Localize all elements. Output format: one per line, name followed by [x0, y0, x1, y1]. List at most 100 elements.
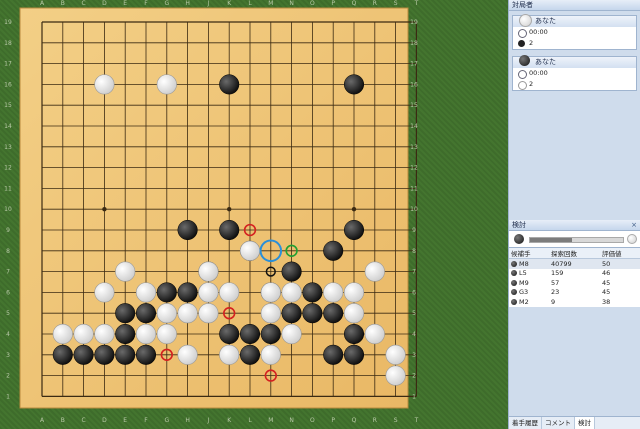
white-stone[interactable]: [364, 323, 385, 345]
black-stone[interactable]: [73, 344, 94, 365]
white-stone[interactable]: [156, 74, 177, 95]
analysis-slider[interactable]: [509, 231, 640, 248]
white-stone[interactable]: [343, 303, 365, 324]
white-stone[interactable]: [52, 323, 73, 345]
black-stone[interactable]: [323, 344, 344, 365]
black-stone[interactable]: [343, 323, 365, 345]
white-stone[interactable]: [94, 282, 115, 303]
row-coordinate: 7: [412, 269, 416, 276]
column-header[interactable]: 候補手: [509, 248, 549, 259]
column-header[interactable]: 評価値: [600, 248, 640, 259]
black-stone[interactable]: [219, 219, 240, 241]
row-coordinate: 4: [412, 331, 416, 338]
white-stone[interactable]: [135, 323, 157, 345]
table-row[interactable]: G3 23 45: [509, 288, 640, 298]
white-stone[interactable]: [135, 282, 157, 303]
go-board[interactable]: AABBCCDDEEFFGGHHJJKKLLMMNNOOPPQQRRSSTT19…: [0, 0, 508, 429]
close-icon[interactable]: ×: [631, 220, 637, 230]
black-stone[interactable]: [343, 74, 365, 95]
column-coordinate: E: [123, 0, 127, 7]
black-stone[interactable]: [94, 344, 115, 365]
white-stone[interactable]: [73, 323, 94, 345]
black-stone[interactable]: [135, 344, 157, 365]
black-stone[interactable]: [177, 282, 198, 303]
row-coordinate: 17: [4, 61, 12, 68]
black-stone-icon: [514, 234, 524, 244]
column-coordinate: R: [373, 417, 377, 424]
white-stone[interactable]: [198, 261, 219, 282]
white-stone[interactable]: [198, 303, 219, 324]
black-stone[interactable]: [115, 344, 136, 365]
table-row[interactable]: M9 57 45: [509, 278, 640, 288]
row-coordinate: 1: [6, 393, 10, 400]
black-stone-icon: [511, 279, 517, 286]
row-coordinate: 7: [6, 269, 10, 276]
slider-track[interactable]: [529, 237, 624, 243]
player-captures: 2: [529, 39, 534, 47]
column-coordinate: O: [310, 417, 315, 424]
black-stone-icon: [511, 270, 517, 277]
white-stone[interactable]: [219, 344, 240, 365]
column-coordinate: A: [40, 0, 45, 7]
column-coordinate: H: [185, 417, 190, 424]
black-stone[interactable]: [343, 219, 365, 241]
black-stone[interactable]: [115, 303, 136, 324]
black-stone[interactable]: [115, 323, 136, 345]
black-stone[interactable]: [323, 240, 344, 261]
black-stone[interactable]: [52, 344, 73, 365]
captured-stone-icon: [518, 40, 525, 47]
white-stone[interactable]: [115, 261, 136, 282]
white-stone[interactable]: [260, 303, 281, 324]
black-stone[interactable]: [219, 74, 240, 95]
white-stone[interactable]: [385, 344, 406, 365]
white-stone[interactable]: [219, 282, 240, 303]
white-stone[interactable]: [239, 240, 261, 261]
white-stone[interactable]: [385, 365, 406, 386]
white-stone[interactable]: [198, 282, 219, 303]
white-stone[interactable]: [156, 303, 177, 324]
white-stone[interactable]: [177, 344, 198, 365]
white-stone[interactable]: [94, 323, 115, 345]
player-captures: 2: [529, 80, 534, 88]
candidate-visits: 57: [550, 278, 560, 287]
row-coordinate: 14: [410, 123, 418, 130]
black-stone[interactable]: [281, 261, 302, 282]
black-stone[interactable]: [323, 303, 344, 324]
players-panel-header: 対局者: [509, 0, 640, 11]
black-stone[interactable]: [177, 219, 198, 241]
tab-move-history[interactable]: 着手履歴: [509, 417, 542, 429]
table-row[interactable]: M2 9 38: [509, 297, 640, 307]
column-coordinate: L: [248, 0, 252, 7]
candidate-score: 50: [600, 258, 640, 269]
black-stone[interactable]: [281, 303, 302, 324]
black-stone[interactable]: [302, 282, 323, 303]
white-stone[interactable]: [364, 261, 385, 282]
column-header[interactable]: 探索回数: [548, 248, 600, 259]
candidate-score: 46: [602, 269, 611, 278]
analysis-panel: 検討 × 候補手 探索回数 評価値 M8 40799 50 L5 159 46 M9 57 45 G…: [509, 220, 640, 307]
black-stone[interactable]: [260, 323, 281, 345]
column-coordinate: L: [248, 417, 252, 424]
white-stone[interactable]: [281, 282, 302, 303]
table-row[interactable]: L5 159 46: [509, 269, 640, 279]
black-stone[interactable]: [135, 303, 157, 324]
black-stone[interactable]: [239, 323, 261, 345]
black-stone[interactable]: [302, 303, 323, 324]
black-stone[interactable]: [343, 344, 365, 365]
tab-comment[interactable]: コメント: [542, 417, 575, 429]
white-stone[interactable]: [323, 282, 344, 303]
white-stone[interactable]: [260, 282, 281, 303]
table-row[interactable]: M8 40799 50: [509, 258, 640, 269]
column-coordinate: D: [102, 417, 107, 424]
black-stone[interactable]: [239, 344, 261, 365]
white-stone[interactable]: [343, 282, 365, 303]
white-stone[interactable]: [177, 303, 198, 324]
white-stone[interactable]: [94, 74, 115, 95]
row-coordinate: 6: [412, 289, 416, 296]
white-stone[interactable]: [156, 323, 177, 345]
black-stone[interactable]: [219, 323, 240, 345]
white-stone[interactable]: [260, 344, 281, 365]
tab-analysis[interactable]: 検討: [575, 417, 595, 429]
white-stone[interactable]: [281, 323, 302, 345]
black-stone[interactable]: [156, 282, 177, 303]
